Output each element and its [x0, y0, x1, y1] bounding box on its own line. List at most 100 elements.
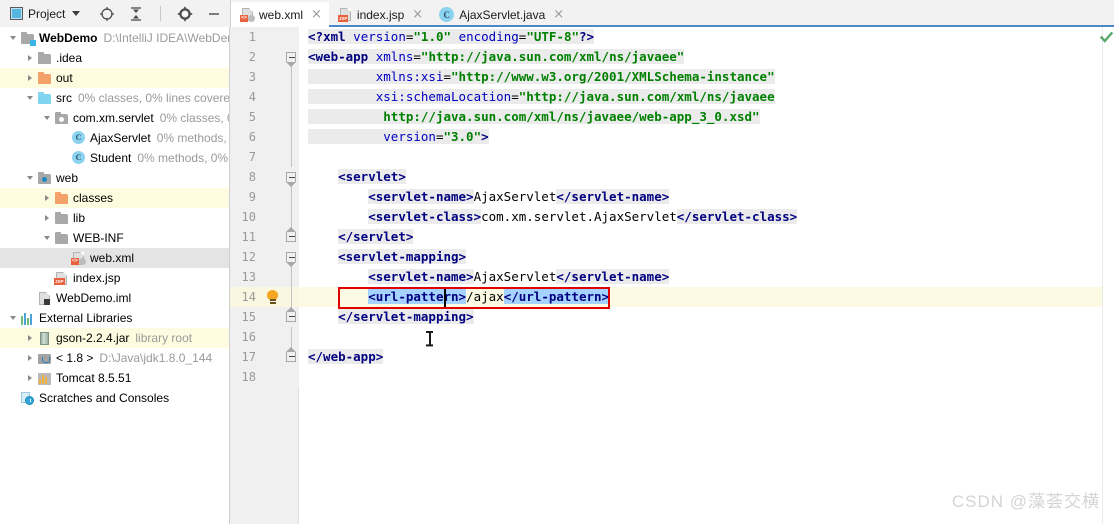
- tree-row[interactable]: < 1.8 > D:\Java\jdk1.8.0_144: [0, 348, 229, 368]
- tree-row[interactable]: Scratches and Consoles: [0, 388, 229, 408]
- code-line[interactable]: 14 <url-pattern>/ajax</url-pattern>: [230, 287, 1114, 307]
- code-line[interactable]: 18: [230, 367, 1114, 387]
- chevron-right-icon[interactable]: [23, 75, 37, 81]
- close-icon[interactable]: ×: [412, 8, 423, 21]
- code-line[interactable]: 8 <servlet>: [230, 167, 1114, 187]
- code-text[interactable]: <web-app xmlns="http://java.sun.com/xml/…: [299, 47, 1114, 67]
- code-line[interactable]: 16: [230, 327, 1114, 347]
- code-line[interactable]: 2 <web-app xmlns="http://java.sun.com/xml…: [230, 47, 1114, 67]
- chevron-right-icon[interactable]: [23, 355, 37, 361]
- minimize-icon[interactable]: [206, 6, 222, 22]
- code-text[interactable]: http://java.sun.com/xml/ns/javaee/web-ap…: [299, 107, 1114, 127]
- chevron-down-icon[interactable]: [40, 236, 54, 240]
- code-text[interactable]: <url-pattern>/ajax</url-pattern>: [299, 287, 1114, 307]
- chevron-down-icon[interactable]: [6, 36, 20, 40]
- chevron-right-icon[interactable]: [40, 195, 54, 201]
- fold-gutter[interactable]: [284, 347, 299, 367]
- fold-gutter[interactable]: [284, 367, 299, 387]
- close-icon[interactable]: ×: [311, 8, 322, 21]
- gutter-icon-area[interactable]: [262, 227, 284, 247]
- code-text[interactable]: <servlet-name>AjaxServlet</servlet-name>: [299, 187, 1114, 207]
- tab-ajaxservlet-java[interactable]: C AjaxServlet.java ×: [430, 2, 571, 27]
- gutter-icon-area[interactable]: [262, 27, 284, 47]
- fold-collapse-icon[interactable]: [286, 252, 296, 267]
- fold-gutter[interactable]: [284, 67, 299, 87]
- fold-gutter[interactable]: [284, 27, 299, 47]
- chevron-right-icon[interactable]: [23, 335, 37, 341]
- gutter-icon-area[interactable]: [262, 187, 284, 207]
- tree-row[interactable]: Tomcat 8.5.51: [0, 368, 229, 388]
- code-text[interactable]: <servlet>: [299, 167, 1114, 187]
- chevron-right-icon[interactable]: [23, 375, 37, 381]
- gutter-icon-area[interactable]: [262, 107, 284, 127]
- tree-row[interactable]: C Student 0% methods, 0%: [0, 148, 229, 168]
- fold-gutter[interactable]: [284, 47, 299, 67]
- gutter-icon-area[interactable]: [262, 287, 284, 307]
- gutter-icon-area[interactable]: [262, 247, 284, 267]
- code-line[interactable]: 10 <servlet-class>com.xm.servlet.AjaxSer…: [230, 207, 1114, 227]
- tree-row[interactable]: lib: [0, 208, 229, 228]
- chevron-down-icon[interactable]: [6, 316, 20, 320]
- code-line[interactable]: 4 xsi:schemaLocation="http://java.sun.co…: [230, 87, 1114, 107]
- gutter-icon-area[interactable]: [262, 127, 284, 147]
- code-text[interactable]: [299, 147, 1114, 167]
- code-text[interactable]: <?xml version="1.0" encoding="UTF-8"?>: [299, 27, 1114, 47]
- tree-row[interactable]: WebDemo.iml: [0, 288, 229, 308]
- gutter-icon-area[interactable]: [262, 367, 284, 387]
- code-line[interactable]: 15 </servlet-mapping>: [230, 307, 1114, 327]
- inspection-marker-gutter[interactable]: [1100, 27, 1114, 524]
- code-line[interactable]: 9 <servlet-name>AjaxServlet</servlet-nam…: [230, 187, 1114, 207]
- gutter-icon-area[interactable]: [262, 207, 284, 227]
- intention-lightbulb-icon[interactable]: [266, 290, 279, 304]
- gutter-icon-area[interactable]: [262, 347, 284, 367]
- tree-row[interactable]: WEB-INF: [0, 228, 229, 248]
- fold-gutter[interactable]: [284, 287, 299, 307]
- gutter-icon-area[interactable]: [262, 167, 284, 187]
- gutter-icon-area[interactable]: [262, 47, 284, 67]
- locate-icon[interactable]: [99, 6, 115, 22]
- tree-row[interactable]: com.xm.servlet 0% classes, 0: [0, 108, 229, 128]
- fold-gutter[interactable]: [284, 207, 299, 227]
- fold-gutter[interactable]: [284, 147, 299, 167]
- gutter-icon-area[interactable]: [262, 147, 284, 167]
- code-text[interactable]: <servlet-name>AjaxServlet</servlet-name>: [299, 267, 1114, 287]
- code-text[interactable]: [299, 367, 1114, 387]
- code-line[interactable]: 6 version="3.0">: [230, 127, 1114, 147]
- tab-web-xml[interactable]: <> web.xml ×: [231, 2, 329, 27]
- code-text[interactable]: version="3.0">: [299, 127, 1114, 147]
- code-line[interactable]: 12 <servlet-mapping>: [230, 247, 1114, 267]
- tree-row[interactable]: gson-2.2.4.jar library root: [0, 328, 229, 348]
- chevron-down-icon[interactable]: [23, 96, 37, 100]
- gutter-icon-area[interactable]: [262, 67, 284, 87]
- code-text[interactable]: </servlet>: [299, 227, 1114, 247]
- gutter-icon-area[interactable]: [262, 267, 284, 287]
- code-line[interactable]: 1 <?xml version="1.0" encoding="UTF-8"?>: [230, 27, 1114, 47]
- code-line[interactable]: 5 http://java.sun.com/xml/ns/javaee/web-…: [230, 107, 1114, 127]
- tree-row[interactable]: External Libraries: [0, 308, 229, 328]
- tree-row[interactable]: <> web.xml: [0, 248, 229, 268]
- fold-gutter[interactable]: [284, 87, 299, 107]
- code-text[interactable]: xmlns:xsi="http://www.w3.org/2001/XMLSch…: [299, 67, 1114, 87]
- project-tree-panel[interactable]: WebDemo D:\IntelliJ IDEA\WebDem .idea out sr…: [0, 27, 230, 524]
- fold-gutter[interactable]: [284, 307, 299, 327]
- chevron-down-icon[interactable]: [40, 116, 54, 120]
- tree-row[interactable]: out: [0, 68, 229, 88]
- tab-index-jsp[interactable]: JSP index.jsp ×: [329, 2, 430, 27]
- fold-collapse-icon[interactable]: [286, 227, 296, 242]
- code-text[interactable]: <servlet-mapping>: [299, 247, 1114, 267]
- fold-collapse-icon[interactable]: [286, 52, 296, 67]
- tree-row[interactable]: JSP index.jsp: [0, 268, 229, 288]
- fold-gutter[interactable]: [284, 167, 299, 187]
- close-icon[interactable]: ×: [553, 8, 564, 21]
- chevron-down-icon[interactable]: [72, 11, 81, 16]
- gutter-icon-area[interactable]: [262, 327, 284, 347]
- fold-gutter[interactable]: [284, 327, 299, 347]
- fold-gutter[interactable]: [284, 267, 299, 287]
- tree-row[interactable]: WebDemo D:\IntelliJ IDEA\WebDem: [0, 28, 229, 48]
- chevron-right-icon[interactable]: [40, 215, 54, 221]
- code-text[interactable]: </servlet-mapping>: [299, 307, 1114, 327]
- code-text[interactable]: </web-app>: [299, 347, 1114, 367]
- chevron-right-icon[interactable]: [23, 55, 37, 61]
- gear-icon[interactable]: [177, 6, 193, 22]
- fold-gutter[interactable]: [284, 127, 299, 147]
